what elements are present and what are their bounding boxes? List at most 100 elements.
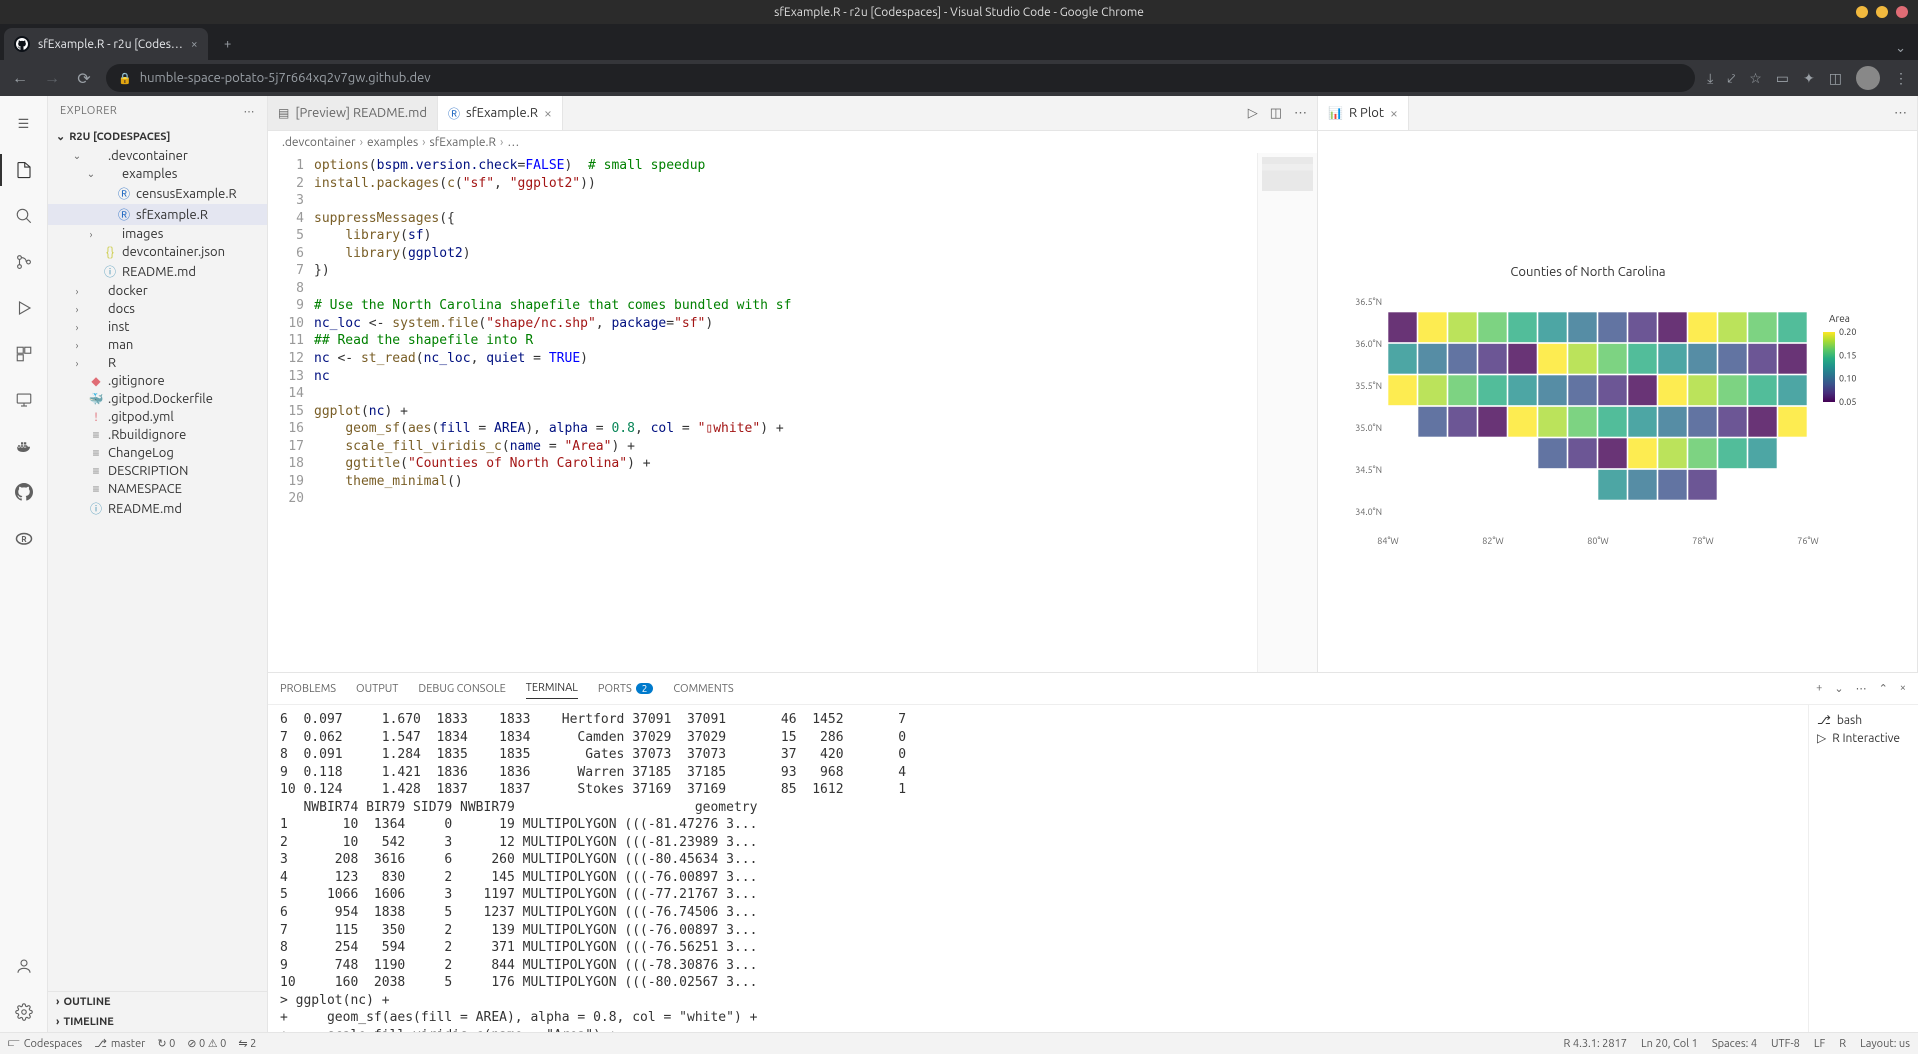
r-activity-icon[interactable]: R xyxy=(0,518,48,558)
close-tab-icon[interactable]: × xyxy=(191,38,198,51)
media-icon[interactable]: ▭ xyxy=(1776,70,1789,87)
tree-file[interactable]: ⓇcensusExample.R xyxy=(48,183,267,204)
kebab-menu-icon[interactable]: ⋮ xyxy=(1894,70,1908,87)
outline-section[interactable]: › OUTLINE xyxy=(48,992,267,1012)
editor-row: ▤ [Preview] README.md Ⓡ sfExample.R × ▷ … xyxy=(268,96,1918,672)
extensions-icon[interactable]: ✦ xyxy=(1803,70,1815,87)
svg-text:80°W: 80°W xyxy=(1587,536,1609,546)
menu-icon[interactable]: ☰ xyxy=(0,104,48,144)
tree-folder[interactable]: ›inst xyxy=(48,318,267,336)
tree-file[interactable]: ≡NAMESPACE xyxy=(48,480,267,498)
panel-tab-output[interactable]: OUTPUT xyxy=(356,679,398,699)
extensions-activity-icon[interactable] xyxy=(0,334,48,374)
minimize-button[interactable] xyxy=(1856,6,1868,18)
remote-explorer-icon[interactable] xyxy=(0,380,48,420)
tree-file[interactable]: ◆.gitignore xyxy=(48,372,267,390)
panel-tab-problems[interactable]: PROBLEMS xyxy=(280,679,336,699)
tree-folder[interactable]: ›R xyxy=(48,354,267,372)
source-control-icon[interactable] xyxy=(0,242,48,282)
panel-maximize-icon[interactable]: ⌃ xyxy=(1879,682,1888,695)
r-plot-viewer[interactable]: Counties of North Carolina34.0°N34.5°N35… xyxy=(1318,131,1917,672)
run-debug-icon[interactable] xyxy=(0,288,48,328)
close-window-button[interactable] xyxy=(1896,6,1908,18)
status-cursor-pos[interactable]: Ln 20, Col 1 xyxy=(1641,1038,1698,1050)
panel-more-icon[interactable]: ⋯ xyxy=(1856,682,1867,695)
back-button[interactable]: ← xyxy=(10,69,30,88)
tree-file[interactable]: ≡DESCRIPTION xyxy=(48,462,267,480)
bookmark-icon[interactable]: ☆ xyxy=(1749,70,1762,87)
status-encoding[interactable]: UTF-8 xyxy=(1771,1038,1800,1050)
tree-file[interactable]: ⓘREADME.md xyxy=(48,498,267,519)
breadcrumb-bar[interactable]: .devcontainer› examples› sfExample.R› … xyxy=(268,131,1317,153)
tree-folder[interactable]: ›docker xyxy=(48,282,267,300)
maximize-button[interactable] xyxy=(1876,6,1888,18)
more-actions-icon[interactable]: ⋯ xyxy=(1894,106,1907,121)
code-editor[interactable]: 1234567891011121314151617181920 options(… xyxy=(268,153,1317,672)
split-editor-icon[interactable]: ◫ xyxy=(1270,106,1282,121)
close-tab-icon[interactable]: × xyxy=(544,105,552,121)
tab-sfexample[interactable]: Ⓡ sfExample.R × xyxy=(438,96,563,130)
status-layout[interactable]: Layout: us xyxy=(1860,1038,1910,1050)
workspace-root[interactable]: ⌄ R2U [CODESPACES] xyxy=(48,126,267,147)
tree-folder[interactable]: ⌄.devcontainer xyxy=(48,147,267,165)
sidepanel-icon[interactable]: ◫ xyxy=(1829,70,1842,87)
panel-tab-comments[interactable]: COMMENTS xyxy=(673,679,733,699)
address-bar[interactable]: 🔒 humble-space-potato-5j7r664xq2v7gw.git… xyxy=(106,64,1695,92)
tree-file[interactable]: ≡ChangeLog xyxy=(48,444,267,462)
status-sync[interactable]: ↻ 0 xyxy=(157,1037,175,1050)
terminal-output[interactable]: 6 0.097 1.670 1833 1833 Hertford 37091 3… xyxy=(268,705,1808,1032)
status-language[interactable]: R xyxy=(1839,1038,1846,1050)
explorer-icon[interactable] xyxy=(0,150,48,190)
run-icon[interactable]: ▷ xyxy=(1248,106,1258,121)
forward-button[interactable]: → xyxy=(42,69,62,88)
terminal-dropdown-icon[interactable]: ⌄ xyxy=(1834,682,1843,695)
tree-folder[interactable]: ›docs xyxy=(48,300,267,318)
tree-file[interactable]: !.gitpod.yml xyxy=(48,408,267,426)
tree-file[interactable]: 🐳.gitpod.Dockerfile xyxy=(48,390,267,408)
profile-avatar[interactable] xyxy=(1856,66,1880,90)
tree-folder[interactable]: ⌄examples xyxy=(48,165,267,183)
tree-item-label: NAMESPACE xyxy=(108,482,182,496)
minimap[interactable] xyxy=(1257,153,1317,672)
tab-overflow-icon[interactable]: ⌄ xyxy=(1895,41,1906,60)
tab-preview-readme[interactable]: ▤ [Preview] README.md xyxy=(268,96,438,130)
tab-rplot[interactable]: 📊 R Plot × xyxy=(1318,96,1409,130)
status-r-version[interactable]: R 4.3.1: 2817 xyxy=(1564,1038,1627,1050)
accounts-icon[interactable] xyxy=(0,946,48,986)
tree-file[interactable]: {}devcontainer.json xyxy=(48,243,267,261)
svg-text:Area: Area xyxy=(1829,313,1850,324)
panel-tab-debug[interactable]: DEBUG CONSOLE xyxy=(418,679,505,699)
tree-file[interactable]: ≡.Rbuildignore xyxy=(48,426,267,444)
sidebar-more-icon[interactable]: ⋯ xyxy=(244,105,256,118)
panel-tab-terminal[interactable]: TERMINAL xyxy=(526,678,578,699)
tree-file[interactable]: ⓇsfExample.R xyxy=(48,204,267,225)
install-icon[interactable]: ⤓ xyxy=(1707,70,1713,87)
terminal-r-interactive[interactable]: ▷R Interactive xyxy=(1817,729,1910,747)
new-tab-button[interactable]: + xyxy=(214,30,242,58)
status-branch[interactable]: ⎇ master xyxy=(94,1037,145,1050)
main-area: ▤ [Preview] README.md Ⓡ sfExample.R × ▷ … xyxy=(268,96,1918,1032)
status-eol[interactable]: LF xyxy=(1814,1038,1825,1050)
new-terminal-icon[interactable]: + xyxy=(1816,682,1822,695)
tree-file[interactable]: ⓘREADME.md xyxy=(48,261,267,282)
close-tab-icon[interactable]: × xyxy=(1390,105,1398,121)
status-errors[interactable]: ⊘ 0 ⚠ 0 xyxy=(187,1037,226,1050)
panel-close-icon[interactable]: × xyxy=(1900,682,1906,695)
status-codespaces[interactable]: ⫍ Codespaces xyxy=(8,1037,82,1050)
status-ports[interactable]: ⇋ 2 xyxy=(238,1037,256,1050)
reload-button[interactable]: ⟳ xyxy=(74,69,94,88)
docker-activity-icon[interactable] xyxy=(0,426,48,466)
tree-folder[interactable]: ›man xyxy=(48,336,267,354)
search-icon[interactable] xyxy=(0,196,48,236)
activity-bar: ☰ R xyxy=(0,96,48,1032)
panel-tab-ports[interactable]: PORTS2 xyxy=(598,679,654,699)
timeline-section[interactable]: › TIMELINE xyxy=(48,1012,267,1032)
more-actions-icon[interactable]: ⋯ xyxy=(1294,106,1307,121)
terminal-bash[interactable]: ⎇bash xyxy=(1817,711,1910,729)
browser-tab[interactable]: sfExample.R - r2u [Codes… × xyxy=(4,28,208,60)
status-indent[interactable]: Spaces: 4 xyxy=(1712,1038,1757,1050)
settings-icon[interactable] xyxy=(0,992,48,1032)
github-activity-icon[interactable] xyxy=(0,472,48,512)
share-icon[interactable]: ⤦ xyxy=(1727,70,1735,87)
tree-folder[interactable]: ›images xyxy=(48,225,267,243)
